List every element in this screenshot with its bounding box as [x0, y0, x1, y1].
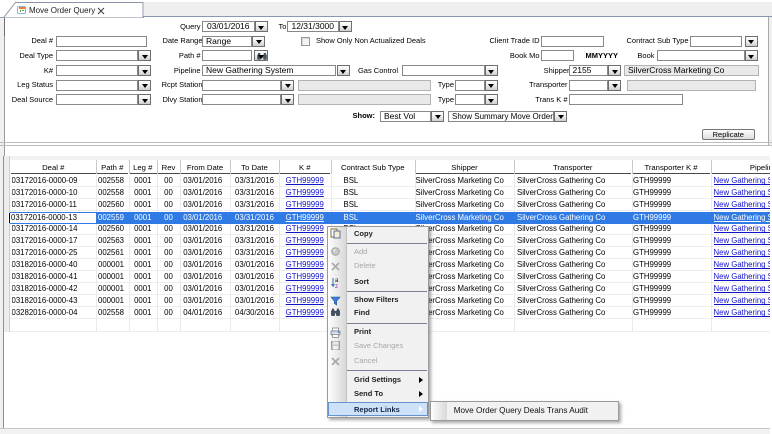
svg-text:z: z — [335, 284, 338, 288]
